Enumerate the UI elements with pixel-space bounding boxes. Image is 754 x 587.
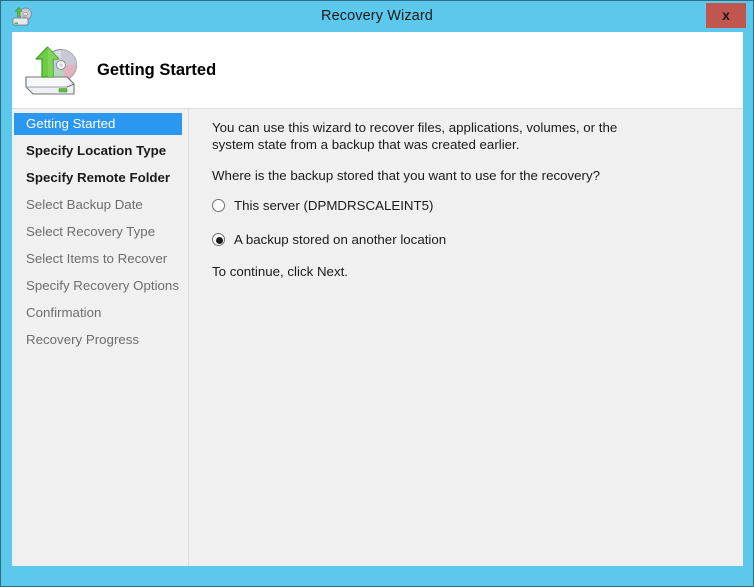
wizard-content-panel: You can use this wizard to recover files… (190, 109, 743, 566)
recovery-wizard-window: Recovery Wizard x (0, 0, 754, 587)
page-title: Getting Started (97, 32, 216, 109)
wizard-body: Getting Started Specify Location Type Sp… (12, 109, 743, 566)
sidebar-item-specify-remote-folder[interactable]: Specify Remote Folder (14, 167, 188, 189)
radio-button-icon (212, 199, 225, 212)
radio-button-selected-icon (212, 233, 225, 246)
continue-hint: To continue, click Next. (212, 263, 732, 280)
radio-option-this-server[interactable]: This server (DPMDRSCALEINT5) (212, 195, 732, 215)
radio-option-another-location[interactable]: A backup stored on another location (212, 229, 732, 249)
recovery-disk-large-icon (21, 46, 83, 98)
sidebar-item-getting-started[interactable]: Getting Started (14, 113, 182, 135)
window-title: Recovery Wizard (1, 1, 753, 32)
sidebar-item-recovery-progress[interactable]: Recovery Progress (14, 329, 188, 351)
close-icon[interactable]: x (706, 3, 746, 28)
sidebar-item-select-recovery-type[interactable]: Select Recovery Type (14, 221, 188, 243)
question-label: Where is the backup stored that you want… (212, 167, 732, 184)
sidebar-item-select-items-to-recover[interactable]: Select Items to Recover (14, 248, 188, 270)
sidebar-item-specify-recovery-options[interactable]: Specify Recovery Options (14, 275, 188, 297)
sidebar-item-confirmation[interactable]: Confirmation (14, 302, 188, 324)
window-bottom-frame (12, 566, 743, 577)
radio-option-this-server-label: This server (DPMDRSCALEINT5) (234, 197, 433, 214)
sidebar-item-specify-location-type[interactable]: Specify Location Type (14, 140, 188, 162)
sidebar-item-select-backup-date[interactable]: Select Backup Date (14, 194, 188, 216)
wizard-header: Getting Started (12, 32, 743, 109)
wizard-step-sidebar: Getting Started Specify Location Type Sp… (12, 109, 189, 566)
title-bar: Recovery Wizard x (1, 1, 753, 32)
radio-option-another-location-label: A backup stored on another location (234, 231, 446, 248)
intro-paragraph: You can use this wizard to recover files… (212, 119, 662, 153)
